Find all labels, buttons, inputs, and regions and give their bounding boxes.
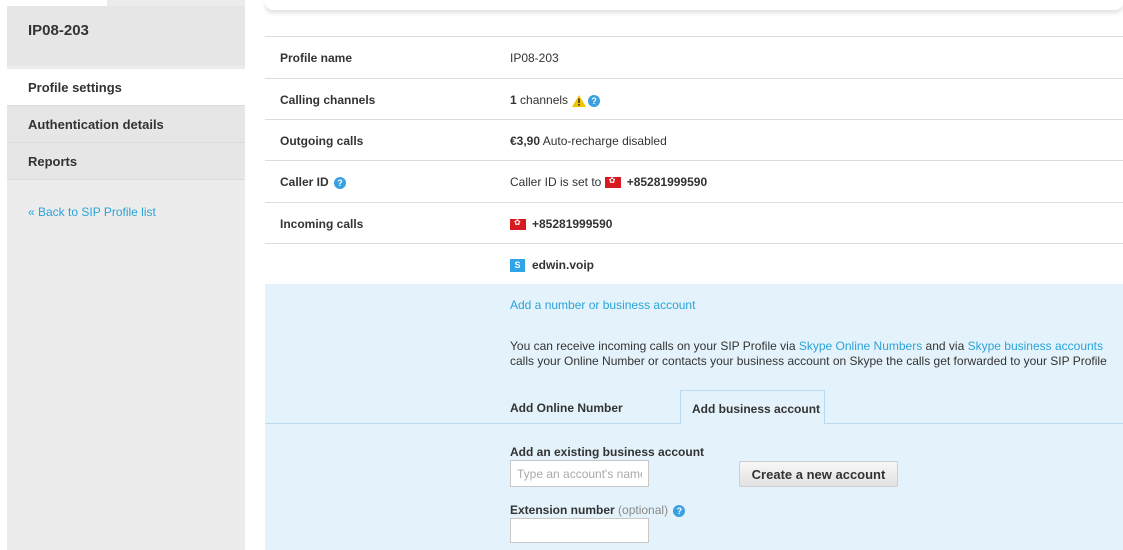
incoming-calls-label: Incoming calls <box>280 217 364 231</box>
skype-account-name: edwin.voip <box>532 258 595 272</box>
caller-id-label: Caller ID ? <box>280 175 347 189</box>
caller-id-label-text: Caller ID <box>280 175 329 189</box>
profile-name-value: IP08-203 <box>510 51 559 65</box>
sidebar-title: IP08-203 <box>7 6 245 66</box>
row-outgoing-calls: Outgoing calls €3,90 Auto-recharge disab… <box>265 119 1123 161</box>
auto-recharge-status: Auto-recharge disabled <box>540 134 667 148</box>
desc-text: and via <box>922 339 968 353</box>
caller-id-prefix: Caller ID is set to <box>510 175 602 189</box>
row-incoming-calls: Incoming calls +85281999590 <box>265 202 1123 244</box>
extension-number-input[interactable] <box>510 518 649 543</box>
sidebar-item-label: Profile settings <box>28 80 122 95</box>
calling-channels-label: Calling channels <box>280 93 376 107</box>
warning-icon[interactable] <box>572 94 587 107</box>
row-skype-account: Sedwin.voip <box>265 243 1123 285</box>
tab-add-business-account[interactable]: Add business account <box>680 390 825 424</box>
description: You can receive incoming calls on your S… <box>510 339 1107 369</box>
incoming-number-value: +85281999590 <box>510 217 612 231</box>
caller-id-value: Caller ID is set to +85281999590 <box>510 175 707 189</box>
profile-name-label: Profile name <box>280 51 353 65</box>
tab-add-online-number[interactable]: Add Online Number <box>510 401 623 415</box>
calling-channels-value: 1 channels? <box>510 93 601 107</box>
row-profile-name: Profile name IP08-203 <box>265 36 1123 78</box>
hong-kong-flag-icon <box>604 176 621 189</box>
sidebar-item-label: Reports <box>28 154 78 169</box>
sidebar: IP08-203 Profile settings Authentication… <box>7 0 245 550</box>
extension-label-text: Extension number <box>510 503 615 517</box>
create-new-account-button[interactable]: Create a new account <box>739 461 898 487</box>
row-calling-channels: Calling channels 1 channels? <box>265 78 1123 120</box>
sidebar-item-authentication-details[interactable]: Authentication details <box>7 106 245 143</box>
skype-online-numbers-link[interactable]: Skype Online Numbers <box>799 339 922 353</box>
outgoing-calls-label: Outgoing calls <box>280 134 364 148</box>
help-icon[interactable]: ? <box>334 176 347 189</box>
account-name-input[interactable] <box>510 460 649 487</box>
row-caller-id: Caller ID ? Caller ID is set to +8528199… <box>265 160 1123 202</box>
hong-kong-flag-icon <box>510 218 526 231</box>
skype-account-value: Sedwin.voip <box>510 258 595 273</box>
existing-account-title: Add an existing business account <box>510 445 705 459</box>
help-icon[interactable]: ? <box>588 94 601 107</box>
sidebar-item-reports[interactable]: Reports <box>7 143 245 180</box>
help-icon[interactable]: ? <box>673 504 686 517</box>
back-to-sip-profile-list-link[interactable]: « Back to SIP Profile list <box>28 205 156 219</box>
tab-label: Add business account <box>692 402 821 416</box>
desc-text-line2: calls your Online Number or contacts you… <box>510 354 1107 368</box>
extension-number-label: Extension number (optional) ? <box>510 503 686 517</box>
optional-text: (optional) <box>618 503 669 517</box>
channel-suffix: channels <box>516 93 569 107</box>
credit-amount: €3,90 <box>510 134 541 148</box>
top-card-shadow <box>265 0 1123 10</box>
profile-title: IP08-203 <box>28 22 89 39</box>
outgoing-calls-value: €3,90 Auto-recharge disabled <box>510 134 667 148</box>
desc-text: You can receive incoming calls on your S… <box>510 339 799 353</box>
skype-business-accounts-link[interactable]: Skype business accounts <box>968 339 1103 353</box>
add-number-link[interactable]: Add a number or business account <box>510 298 695 312</box>
skype-icon: S <box>510 259 525 273</box>
incoming-number: +85281999590 <box>532 217 613 231</box>
caller-id-number: +85281999590 <box>626 175 708 189</box>
channel-count: 1 <box>510 93 517 107</box>
sidebar-item-label: Authentication details <box>28 117 164 132</box>
sidebar-item-profile-settings[interactable]: Profile settings <box>7 69 245 106</box>
